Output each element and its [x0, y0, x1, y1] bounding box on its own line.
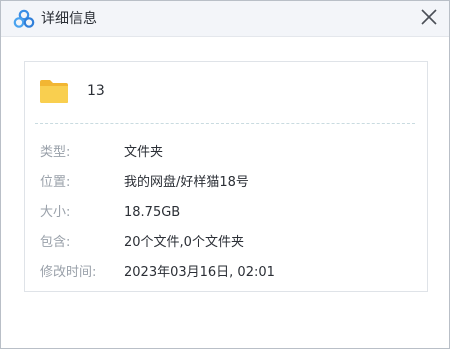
detail-label: 位置: — [40, 175, 71, 190]
close-button[interactable] — [417, 5, 441, 29]
detail-label: 包含: — [40, 235, 71, 250]
detail-value: 20个文件,0个文件夹 — [124, 235, 244, 250]
detail-value: 2023年03月16日, 02:01 — [124, 265, 275, 280]
detail-value: 18.75GB — [124, 205, 181, 220]
folder-icon — [40, 80, 68, 103]
close-icon — [421, 9, 437, 25]
detail-row-modified: 修改时间: 2023年03月16日, 02:01 — [40, 264, 417, 282]
detail-row-type: 类型: 文件夹 — [40, 144, 417, 162]
title-bar: 详细信息 — [1, 1, 449, 37]
detail-label: 大小: — [40, 205, 71, 220]
details-card: 13 类型: 文件夹 位置: 我的网盘/好样猫18号 大小: 18.75GB 包… — [24, 61, 428, 292]
detail-value: 我的网盘/好样猫18号 — [124, 175, 249, 190]
detail-row-contains: 包含: 20个文件,0个文件夹 — [40, 234, 417, 252]
detail-row-location: 位置: 我的网盘/好样猫18号 — [40, 174, 417, 192]
folder-name: 13 — [87, 83, 105, 99]
dialog-title: 详细信息 — [41, 11, 97, 27]
detail-value: 文件夹 — [124, 145, 164, 160]
details-dialog: 详细信息 13 类型: 文件夹 位置: 我的网盘/好样猫18号 大小: 18.7… — [0, 0, 450, 349]
detail-label: 修改时间: — [40, 265, 97, 280]
detail-row-size: 大小: 18.75GB — [40, 204, 417, 222]
detail-label: 类型: — [40, 145, 71, 160]
baidu-netdisk-logo-icon — [13, 9, 35, 28]
divider — [35, 123, 415, 124]
